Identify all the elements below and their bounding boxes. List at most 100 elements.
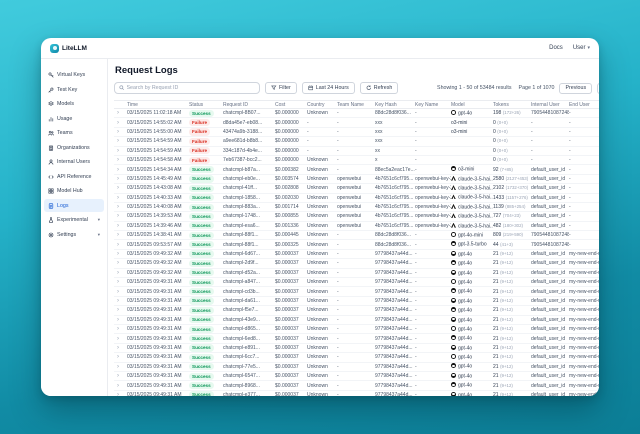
row-expand-chevron[interactable]: ›	[114, 185, 127, 191]
row-expand-chevron[interactable]: ›	[114, 110, 127, 116]
row-expand-chevron[interactable]: ›	[114, 148, 127, 154]
table-row[interactable]: ›03/15/2025 09:49:32 AMSuccesschatcmpl-6…	[114, 250, 599, 259]
table-row[interactable]: ›03/15/2025 14:39:53 AMSuccesschatcmpl-1…	[114, 212, 599, 221]
column-header[interactable]: Key Name	[415, 102, 451, 108]
table-row[interactable]: ›03/15/2025 11:02:18 AMSuccesschatcmpl-8…	[114, 109, 599, 118]
row-expand-chevron[interactable]: ›	[114, 364, 127, 370]
table-row[interactable]: ›03/15/2025 14:40:33 AMSuccesschatcmpl-1…	[114, 194, 599, 203]
sidebar-item-organizations[interactable]: Organizations	[44, 141, 104, 154]
table-row[interactable]: ›03/15/2025 09:49:32 AMSuccesschatcmpl-d…	[114, 269, 599, 278]
row-expand-chevron[interactable]: ›	[114, 336, 127, 342]
sidebar-item-models[interactable]: Models	[44, 98, 104, 111]
sidebar-item-usage[interactable]: Usage	[44, 112, 104, 125]
row-expand-chevron[interactable]: ›	[114, 392, 127, 396]
sidebar-item-api-reference[interactable]: API Reference	[44, 170, 104, 183]
column-header[interactable]: Team Name	[337, 102, 375, 108]
table-row[interactable]: ›03/15/2025 14:54:59 AMFailure334c187d-4…	[114, 147, 599, 156]
row-expand-chevron[interactable]: ›	[114, 204, 127, 210]
sidebar-item-logs[interactable]: Logs	[44, 199, 104, 212]
row-expand-chevron[interactable]: ›	[114, 129, 127, 135]
docs-link[interactable]: Docs	[549, 45, 563, 51]
sidebar-item-internal-users[interactable]: Internal Users	[44, 156, 104, 169]
previous-button[interactable]: Previous	[559, 83, 592, 94]
table-row[interactable]: ›03/15/2025 09:49:31 AMSuccesschatcmpl-f…	[114, 306, 599, 315]
cell-key-hash: 97798437a44d...	[375, 270, 415, 276]
column-header[interactable]: Request ID	[223, 102, 275, 108]
column-header[interactable]: Country	[307, 102, 337, 108]
table-row[interactable]: ›03/15/2025 14:45:49 AMSuccesschatcmpl-e…	[114, 175, 599, 184]
sidebar-item-experimental[interactable]: Experimental▾	[44, 214, 104, 227]
refresh-button[interactable]: Refresh	[360, 82, 399, 94]
table-row[interactable]: ›03/15/2025 14:54:59 AMFailurea9ee681d-b…	[114, 137, 599, 146]
table-row[interactable]: ›03/15/2025 09:53:57 AMSuccesschatcmpl-8…	[114, 240, 599, 249]
row-expand-chevron[interactable]: ›	[114, 232, 127, 238]
table-row[interactable]: ›03/15/2025 09:49:31 AMSuccesschatcmpl-d…	[114, 297, 599, 306]
table-row[interactable]: ›03/15/2025 14:38:41 AMSuccesschatcmpl-8…	[114, 231, 599, 240]
table-row[interactable]: ›03/15/2025 14:55:00 AMFailure43474a9b-3…	[114, 128, 599, 137]
table-row[interactable]: ›03/15/2025 09:49:31 AMSuccesschatcmpl-6…	[114, 372, 599, 381]
table-row[interactable]: ›03/15/2025 14:39:46 AMSuccesschatcmpl-e…	[114, 222, 599, 231]
column-header[interactable]: Internal User	[531, 102, 569, 108]
row-expand-chevron[interactable]: ›	[114, 223, 127, 229]
row-expand-chevron[interactable]: ›	[114, 260, 127, 266]
time-range-button[interactable]: Last 24 Hours	[302, 82, 355, 94]
column-header[interactable]: Cost	[275, 102, 307, 108]
row-expand-chevron[interactable]: ›	[114, 251, 127, 257]
table-row[interactable]: ›03/15/2025 14:55:02 AMFailured8da45e7-e…	[114, 118, 599, 127]
sidebar-item-model-hub[interactable]: Model Hub	[44, 185, 104, 198]
column-header[interactable]: Status	[189, 102, 223, 108]
column-header[interactable]: Tokens	[493, 102, 531, 108]
row-expand-chevron[interactable]: ›	[114, 279, 127, 285]
row-expand-chevron[interactable]: ›	[114, 120, 127, 126]
table-row[interactable]: ›03/15/2025 09:49:31 AMSuccesschatcmpl-d…	[114, 325, 599, 334]
next-button[interactable]: Next	[597, 83, 599, 94]
filter-button[interactable]: Filter	[265, 82, 297, 94]
user-menu[interactable]: User ▾	[573, 45, 590, 51]
row-expand-chevron[interactable]: ›	[114, 138, 127, 144]
row-expand-chevron[interactable]: ›	[114, 307, 127, 313]
row-expand-chevron[interactable]: ›	[114, 270, 127, 276]
table-row[interactable]: ›03/15/2025 09:49:31 AMSuccesschatcmpl-e…	[114, 344, 599, 353]
row-expand-chevron[interactable]: ›	[114, 317, 127, 323]
row-expand-chevron[interactable]: ›	[114, 195, 127, 201]
column-header[interactable]: End User	[569, 102, 599, 108]
column-header[interactable]: Time	[127, 102, 189, 108]
sidebar-item-virtual-keys[interactable]: Virtual Keys	[44, 69, 104, 82]
cell-key-hash: 88ec5a2eac17e...	[375, 167, 415, 173]
row-expand-chevron[interactable]: ›	[114, 242, 127, 248]
row-expand-chevron[interactable]: ›	[114, 157, 127, 163]
table-row[interactable]: ›03/15/2025 09:49:31 AMSuccesschatcmpl-c…	[114, 287, 599, 296]
sidebar-item-teams[interactable]: Teams	[44, 127, 104, 140]
brand[interactable]: LiteLLM	[50, 44, 87, 53]
search-input[interactable]	[127, 85, 256, 91]
table-row[interactable]: ›03/15/2025 14:54:34 AMSuccesschatcmpl-b…	[114, 165, 599, 174]
cell-tokens: 1139(885+254)	[493, 204, 531, 210]
table-row[interactable]: ›03/15/2025 09:49:31 AMSuccesschatcmpl-4…	[114, 316, 599, 325]
table-row[interactable]: ›03/15/2025 09:49:31 AMSuccesschatcmpl-8…	[114, 381, 599, 390]
sidebar-item-settings[interactable]: Settings▾	[44, 228, 104, 241]
row-expand-chevron[interactable]: ›	[114, 373, 127, 379]
row-expand-chevron[interactable]: ›	[114, 354, 127, 360]
row-expand-chevron[interactable]: ›	[114, 289, 127, 295]
table-row[interactable]: ›03/15/2025 14:54:58 AMFailure7eb67387-b…	[114, 156, 599, 165]
table-row[interactable]: ›03/15/2025 09:49:31 AMSuccesschatcmpl-a…	[114, 278, 599, 287]
row-expand-chevron[interactable]: ›	[114, 298, 127, 304]
table-row[interactable]: ›03/15/2025 09:49:31 AMSuccesschatcmpl-7…	[114, 363, 599, 372]
table-row[interactable]: ›03/15/2025 14:43:08 AMSuccesschatcmpl-4…	[114, 184, 599, 193]
row-expand-chevron[interactable]: ›	[114, 345, 127, 351]
row-expand-chevron[interactable]: ›	[114, 326, 127, 332]
table-row[interactable]: ›03/15/2025 09:49:31 AMSuccesschatcmpl-6…	[114, 334, 599, 343]
table-row[interactable]: ›03/15/2025 09:49:31 AMSuccesschatcmpl-6…	[114, 353, 599, 362]
column-header[interactable]: Model	[451, 102, 493, 108]
table-row[interactable]: ›03/15/2025 09:49:32 AMSuccesschatcmpl-2…	[114, 259, 599, 268]
row-expand-chevron[interactable]: ›	[114, 167, 127, 173]
row-expand-chevron[interactable]: ›	[114, 213, 127, 219]
column-header[interactable]: Key Hash	[375, 102, 415, 108]
table-row[interactable]: ›03/15/2025 09:49:31 AMSuccesschatcmpl-e…	[114, 391, 599, 396]
row-expand-chevron[interactable]: ›	[114, 383, 127, 389]
search-box[interactable]	[114, 82, 260, 94]
row-expand-chevron[interactable]: ›	[114, 176, 127, 182]
sidebar-item-test-key[interactable]: Test Key	[44, 83, 104, 96]
table-row[interactable]: ›03/15/2025 14:40:08 AMSuccesschatcmpl-8…	[114, 203, 599, 212]
sidebar-item-label: API Reference	[57, 174, 91, 180]
